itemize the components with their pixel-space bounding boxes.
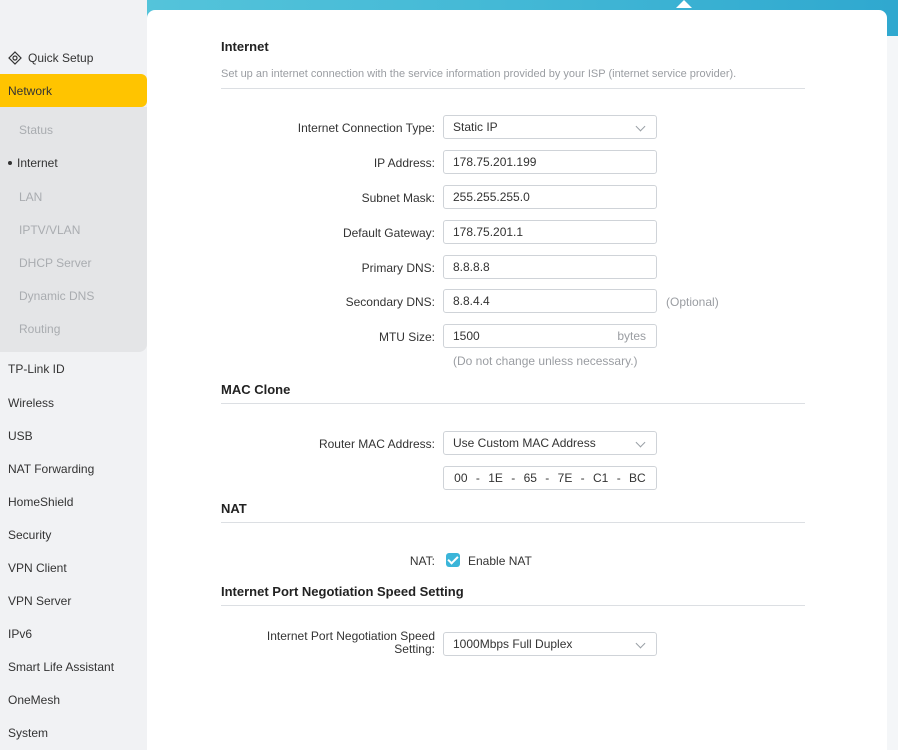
secondary-dns-input[interactable]: 8.8.4.4 bbox=[443, 289, 657, 313]
default-gateway-value: 178.75.201.1 bbox=[453, 225, 524, 239]
sidebar-item-label: Network bbox=[8, 83, 53, 98]
subnet-mask-label: Subnet Mask: bbox=[361, 191, 435, 205]
submenu-item-dynamic-dns[interactable]: Dynamic DNS bbox=[19, 289, 94, 303]
subnet-mask-input[interactable]: 255.255.255.0 bbox=[443, 185, 657, 209]
connection-type-value: Static IP bbox=[453, 120, 498, 134]
network-submenu: Status Internet LAN IPTV/VLAN DHCP Serve… bbox=[0, 107, 147, 352]
nat-label: NAT: bbox=[409, 554, 435, 568]
sidebar-item-vpn-client[interactable]: VPN Client bbox=[8, 561, 67, 575]
sidebar-item-ipv6[interactable]: IPv6 bbox=[8, 627, 32, 641]
submenu-item-internet[interactable]: Internet bbox=[8, 156, 58, 170]
ip-address-label: IP Address: bbox=[373, 156, 435, 170]
subnet-mask-value: 255.255.255.0 bbox=[453, 190, 530, 204]
sidebar-item-system[interactable]: System bbox=[8, 726, 48, 740]
port-speed-label: Internet Port Negotiation Speed Setting: bbox=[267, 630, 435, 656]
mtu-hint: (Do not change unless necessary.) bbox=[453, 354, 638, 368]
section-title-internet: Internet bbox=[221, 39, 269, 54]
enable-nat-label[interactable]: Enable NAT bbox=[468, 554, 532, 568]
mac-separator: - bbox=[616, 471, 621, 485]
internet-description: Set up an internet connection with the s… bbox=[221, 68, 737, 80]
primary-dns-value: 8.8.8.8 bbox=[453, 260, 490, 274]
mac-octet[interactable]: C1 bbox=[593, 471, 608, 485]
chevron-down-icon bbox=[635, 121, 646, 132]
sidebar-item-onemesh[interactable]: OneMesh bbox=[8, 693, 60, 707]
sidebar-item-usb[interactable]: USB bbox=[8, 429, 33, 443]
mac-octet[interactable]: 7E bbox=[558, 471, 573, 485]
section-divider bbox=[221, 88, 805, 89]
secondary-dns-value: 8.8.4.4 bbox=[453, 294, 490, 308]
custom-mac-input[interactable]: 00 - 1E - 65 - 7E - C1 - BC bbox=[443, 466, 657, 490]
port-speed-label-line2: Setting: bbox=[394, 642, 435, 656]
port-speed-select[interactable]: 1000Mbps Full Duplex bbox=[443, 632, 657, 656]
ip-address-value: 178.75.201.199 bbox=[453, 155, 537, 169]
section-divider bbox=[221, 522, 805, 523]
mtu-size-input[interactable]: 1500 bytes bbox=[443, 324, 657, 348]
mac-separator: - bbox=[545, 471, 550, 485]
primary-dns-input[interactable]: 8.8.8.8 bbox=[443, 255, 657, 279]
submenu-item-dhcp-server[interactable]: DHCP Server bbox=[19, 256, 91, 270]
mac-octet[interactable]: 1E bbox=[488, 471, 503, 485]
default-gateway-input[interactable]: 178.75.201.1 bbox=[443, 220, 657, 244]
connection-type-label: Internet Connection Type: bbox=[297, 121, 435, 135]
section-title-port-speed: Internet Port Negotiation Speed Setting bbox=[221, 584, 464, 599]
mac-separator: - bbox=[475, 471, 480, 485]
mtu-size-value: 1500 bbox=[453, 329, 480, 343]
sidebar-item-vpn-server[interactable]: VPN Server bbox=[8, 594, 71, 608]
sidebar-item-homeshield[interactable]: HomeShield bbox=[8, 495, 73, 509]
section-title-nat: NAT bbox=[221, 501, 247, 516]
connection-type-select[interactable]: Static IP bbox=[443, 115, 657, 139]
section-divider bbox=[221, 605, 805, 606]
router-mac-label: Router MAC Address: bbox=[318, 437, 435, 451]
mac-separator: - bbox=[511, 471, 516, 485]
sidebar-item-nat-forwarding[interactable]: NAT Forwarding bbox=[8, 462, 94, 476]
default-gateway-label: Default Gateway: bbox=[342, 226, 435, 240]
mac-octet[interactable]: 00 bbox=[454, 471, 467, 485]
sidebar-item-security[interactable]: Security bbox=[8, 528, 51, 542]
main-panel: Internet Set up an internet connection w… bbox=[147, 10, 887, 750]
submenu-item-routing[interactable]: Routing bbox=[19, 322, 60, 336]
chevron-down-icon bbox=[635, 437, 646, 448]
router-mac-select[interactable]: Use Custom MAC Address bbox=[443, 431, 657, 455]
sidebar-item-network[interactable]: Network bbox=[0, 74, 147, 107]
secondary-dns-label: Secondary DNS: bbox=[345, 295, 435, 309]
enable-nat-checkbox[interactable] bbox=[446, 553, 460, 567]
submenu-item-status[interactable]: Status bbox=[19, 123, 53, 137]
sidebar-item-wireless[interactable]: Wireless bbox=[8, 396, 54, 410]
mtu-size-label: MTU Size: bbox=[378, 330, 435, 344]
mac-octet[interactable]: 65 bbox=[524, 471, 537, 485]
sidebar-item-label: Quick Setup bbox=[28, 51, 94, 65]
port-speed-value: 1000Mbps Full Duplex bbox=[453, 637, 573, 651]
submenu-item-iptv-vlan[interactable]: IPTV/VLAN bbox=[19, 223, 80, 237]
mtu-unit: bytes bbox=[617, 329, 646, 343]
secondary-dns-optional-hint: (Optional) bbox=[666, 295, 719, 309]
mac-octet[interactable]: BC bbox=[629, 471, 646, 485]
quick-setup-icon bbox=[8, 51, 22, 65]
router-mac-value: Use Custom MAC Address bbox=[453, 436, 596, 450]
sidebar-item-smart-life-assistant[interactable]: Smart Life Assistant bbox=[8, 660, 114, 674]
mac-separator: - bbox=[580, 471, 585, 485]
active-tab-indicator bbox=[676, 0, 692, 8]
sidebar-item-tp-link-id[interactable]: TP-Link ID bbox=[8, 362, 65, 376]
primary-dns-label: Primary DNS: bbox=[361, 261, 435, 275]
ip-address-input[interactable]: 178.75.201.199 bbox=[443, 150, 657, 174]
sidebar: Quick Setup Network Status Internet LAN … bbox=[0, 0, 147, 750]
chevron-down-icon bbox=[635, 638, 646, 649]
submenu-item-lan[interactable]: LAN bbox=[19, 190, 42, 204]
sidebar-item-quick-setup[interactable]: Quick Setup bbox=[8, 49, 93, 67]
section-title-mac-clone: MAC Clone bbox=[221, 382, 291, 397]
section-divider bbox=[221, 403, 805, 404]
